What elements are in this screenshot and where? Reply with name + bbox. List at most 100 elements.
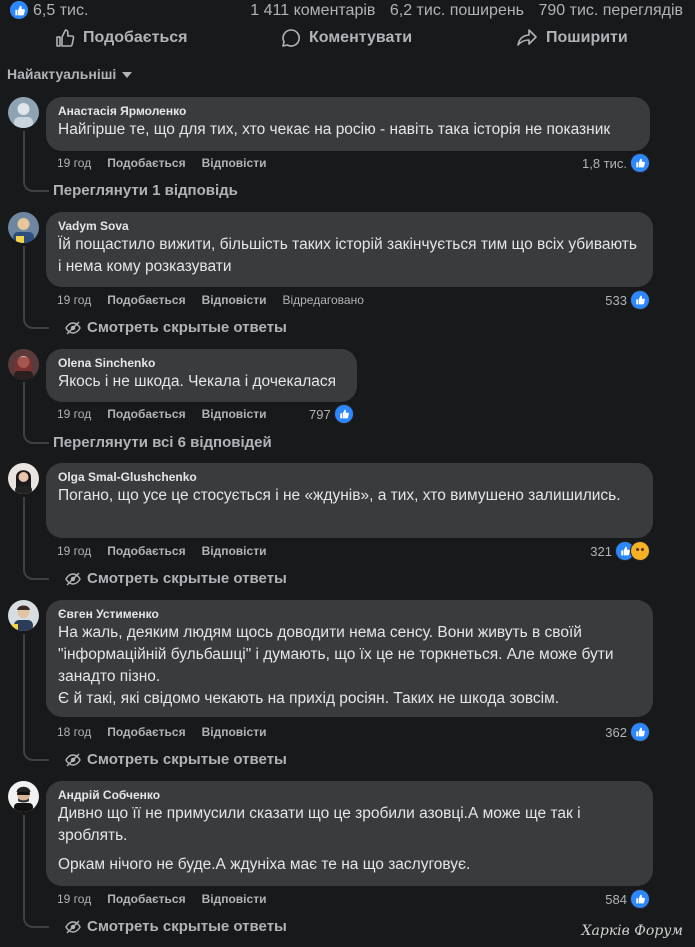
comment-reply-link[interactable]: Відповісти (202, 293, 267, 307)
comment-bubble: Андрій Собченко Дивно що її не примусили… (46, 781, 653, 886)
avatar[interactable] (8, 97, 39, 128)
comment-bubble: Olena Sinchenko Якось і не шкода. Чекала… (46, 349, 357, 402)
comment-author[interactable]: Анастасія Ярмоленко (58, 104, 638, 119)
reaction-count[interactable]: 362 (605, 722, 650, 742)
comment-time[interactable]: 19 год (57, 156, 91, 170)
view-hidden-replies-link[interactable]: Смотреть скрытые ответы (65, 918, 287, 935)
view-replies-link[interactable]: Переглянути всі 6 відповідей (53, 434, 272, 451)
view-hidden-replies-label: Смотреть скрытые ответы (87, 918, 287, 935)
reaction-count[interactable]: 533 (605, 290, 650, 310)
comment-time[interactable]: 19 год (57, 407, 91, 421)
comment-like-link[interactable]: Подобається (107, 544, 185, 558)
reaction-count-value: 533 (605, 292, 627, 308)
comment-time[interactable]: 19 год (57, 544, 91, 558)
like-reaction-icon (10, 1, 28, 19)
like-reaction-icon (630, 889, 650, 909)
comment-reply-link[interactable]: Відповісти (202, 156, 267, 170)
comment-author[interactable]: Olena Sinchenko (58, 356, 345, 371)
view-hidden-replies-link[interactable]: Смотреть скрытые ответы (65, 570, 287, 587)
comment-meta: 19 год Подобається Відповісти Відредагов… (57, 293, 380, 307)
comment-text: Їй пощастило вижити, більшість таких іст… (58, 236, 637, 275)
like-reaction-icon (333, 404, 354, 424)
reaction-count-value: 797 (309, 406, 331, 422)
comment-reply-link[interactable]: Відповісти (202, 544, 267, 558)
like-reaction-icon (630, 722, 650, 742)
thread-connector (23, 910, 49, 928)
reaction-count[interactable]: 797 (309, 404, 354, 424)
view-hidden-replies-label: Смотреть скрытые ответы (87, 751, 287, 768)
comment-author[interactable]: Vadym Sova (58, 219, 641, 234)
view-hidden-replies-label: Смотреть скрытые ответы (87, 319, 287, 336)
view-hidden-replies-link[interactable]: Смотреть скрытые ответы (65, 319, 287, 336)
comment-time[interactable]: 19 год (57, 293, 91, 307)
comment-text: Якось і не шкода. Чекала і дочекалася (58, 373, 337, 390)
comment-meta: 18 год Подобається Відповісти (57, 725, 282, 739)
comment-reply-link[interactable]: Відповісти (202, 892, 267, 906)
avatar[interactable] (8, 463, 39, 494)
view-replies-link[interactable]: Переглянути 1 відповідь (53, 182, 238, 199)
view-hidden-replies-link[interactable]: Смотреть скрытые ответы (65, 751, 287, 768)
comment-author[interactable]: Андрій Собченко (58, 788, 641, 803)
comment-bubble: Olga Smal-Glushchenko Погано, що усе це … (46, 463, 653, 538)
comment-text: Погано, що усе це стосується і не «ждуні… (58, 487, 621, 504)
like-reaction-icon (630, 290, 650, 310)
comment-meta: 19 год Подобається Відповісти (57, 892, 282, 906)
thread-line (23, 382, 25, 427)
comment-button-label: Коментувати (309, 29, 413, 46)
comment-like-link[interactable]: Подобається (107, 293, 185, 307)
comments-count[interactable]: 1 411 коментарів (250, 2, 375, 19)
comment-time[interactable]: 18 год (57, 725, 91, 739)
comment-author[interactable]: Olga Smal-Glushchenko (58, 470, 641, 485)
share-button[interactable]: Поширити (516, 28, 628, 48)
comment-text: Є й такі, які свідомо чекають на прихід … (58, 690, 560, 707)
reaction-count-value: 1,8 тис. (581, 155, 627, 171)
view-hidden-replies-label: Смотреть скрытые ответы (87, 570, 287, 587)
thread-connector (23, 562, 49, 580)
comment-time[interactable]: 19 год (57, 892, 91, 906)
thread-line (23, 131, 25, 175)
comment-like-link[interactable]: Подобається (107, 892, 185, 906)
comment-meta: 19 год Подобається Відповісти (57, 407, 282, 421)
avatar[interactable] (8, 349, 39, 380)
eye-icon (65, 920, 81, 933)
comment-meta: 19 год Подобається Відповісти (57, 544, 282, 558)
comment-text: На жаль, деяким людям щось доводити нема… (58, 624, 614, 685)
comment-sort-dropdown[interactable]: Найактуальніші (7, 66, 133, 82)
comment-like-link[interactable]: Подобається (107, 407, 185, 421)
like-reaction-icon (630, 153, 650, 173)
reaction-count[interactable]: 1,8 тис. (582, 153, 650, 173)
comment-reply-link[interactable]: Відповісти (202, 725, 267, 739)
reaction-count[interactable]: 321 (590, 541, 650, 561)
comment-bubble: Євген Устименко На жаль, деяким людям що… (46, 600, 653, 717)
comment-text: Оркам нічого не буде.А ждуніха має те на… (58, 856, 471, 873)
like-button-label: Подобається (83, 29, 188, 46)
reaction-count[interactable]: 584 (605, 889, 650, 909)
sort-label: Найактуальніші (7, 66, 117, 82)
comment-bubble: Vadym Sova Їй пощастило вижити, більшіст… (46, 212, 653, 287)
avatar[interactable] (8, 600, 39, 631)
like-button[interactable]: Подобається (55, 28, 188, 48)
watermark: Харків Форум (581, 923, 683, 939)
avatar[interactable] (8, 212, 39, 243)
post-stats-bar: 6,5 тис. 1 411 коментарів 6,2 тис. пошир… (0, 0, 695, 24)
thread-connector (23, 311, 49, 329)
avatar[interactable] (8, 781, 39, 812)
comment-bubble: Анастасія Ярмоленко Найгірше те, що для … (46, 97, 650, 151)
sad-reaction-icon (630, 541, 650, 561)
comment-author[interactable]: Євген Устименко (58, 607, 641, 622)
comment-bubble-icon (282, 29, 300, 47)
reaction-count-value: 321 (590, 543, 612, 559)
comment-meta: 19 год Подобається Відповісти (57, 156, 282, 170)
edited-label[interactable]: Відредаговано (282, 293, 363, 307)
eye-icon (65, 572, 81, 585)
comment-reply-link[interactable]: Відповісти (202, 407, 267, 421)
shares-count[interactable]: 6,2 тис. поширень (390, 2, 524, 19)
comment-like-link[interactable]: Подобається (107, 725, 185, 739)
comment-like-link[interactable]: Подобається (107, 156, 185, 170)
thread-line (23, 815, 25, 911)
comment-button[interactable]: Коментувати (281, 28, 412, 48)
thread-connector (23, 426, 49, 444)
comment-text: Найгірше те, що для тих, хто чекає на ро… (58, 121, 611, 138)
likes-count[interactable]: 6,5 тис. (33, 2, 88, 20)
eye-icon (65, 321, 81, 334)
